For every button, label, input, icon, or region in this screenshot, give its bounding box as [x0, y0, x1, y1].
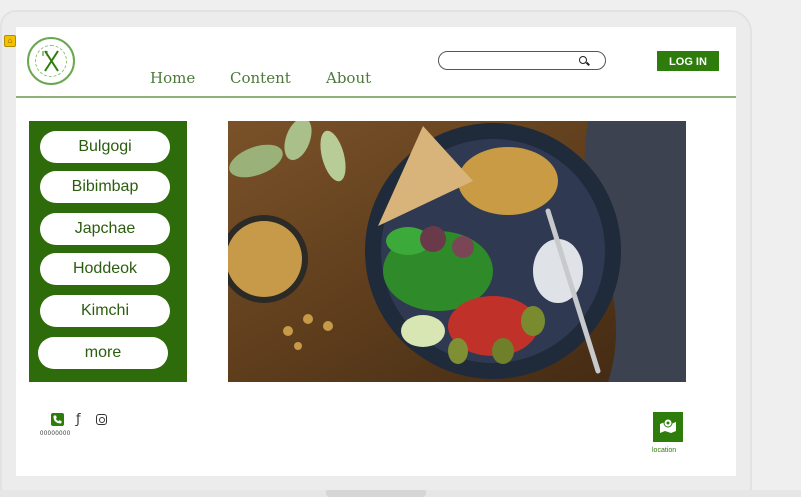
nav-home[interactable]: Home: [150, 69, 195, 87]
location-label[interactable]: location: [652, 447, 676, 454]
dish-menu: Bulgogi Bibimbap Japchae Hoddeok Kimchi …: [29, 121, 187, 382]
menu-item-hoddeok[interactable]: Hoddeok: [40, 253, 170, 285]
menu-item-bulgogi[interactable]: Bulgogi: [40, 131, 170, 163]
menu-item-kimchi[interactable]: Kimchi: [40, 295, 170, 327]
hero-food-image: [228, 121, 686, 382]
map-location-icon: [660, 418, 676, 433]
search-icon[interactable]: [579, 56, 587, 64]
instagram-icon[interactable]: [96, 414, 107, 425]
screen: Home Content About LOG IN Bulgogi Bibimb…: [16, 27, 736, 476]
login-button[interactable]: LOG IN: [657, 51, 719, 71]
phone-icon[interactable]: [51, 413, 64, 426]
menu-item-japchae[interactable]: Japchae: [40, 213, 170, 245]
laptop-notch: [326, 490, 426, 497]
restaurant-logo[interactable]: [27, 37, 75, 85]
nav-about[interactable]: About: [326, 69, 371, 87]
home-icon[interactable]: ⌂: [4, 35, 16, 47]
location-button[interactable]: [653, 412, 683, 442]
menu-item-bibimbap[interactable]: Bibimbap: [40, 171, 170, 203]
menu-item-more[interactable]: more: [38, 337, 168, 369]
nav-content[interactable]: Content: [230, 69, 291, 87]
facebook-icon[interactable]: ƒ: [76, 412, 81, 427]
phone-number: 00000000: [40, 431, 71, 437]
search-input[interactable]: [438, 51, 606, 70]
logo-fork-knife-icon: [42, 50, 59, 72]
header-divider: [16, 96, 736, 98]
